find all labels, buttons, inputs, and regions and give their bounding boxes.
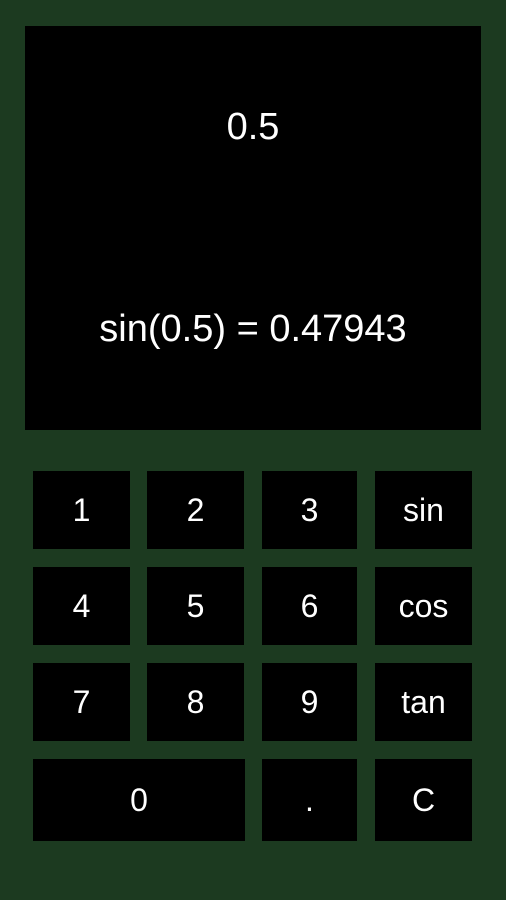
- key-4[interactable]: 4: [33, 567, 130, 645]
- calculator-keypad: 1 2 3 sin 4 5 6 cos 7 8 9 tan 0. C: [33, 471, 472, 841]
- calculator-app: 0.5 sin(0.5) = 0.47943 1 2 3 sin 4 5 6 cos 7 8 9 ta…: [0, 0, 506, 900]
- key-2[interactable]: 2: [147, 471, 244, 549]
- key-7[interactable]: 7: [33, 663, 130, 741]
- display-result-text: sin(0.5) = 0.47943: [99, 308, 407, 350]
- key-8[interactable]: 8: [147, 663, 244, 741]
- key-1[interactable]: 1: [33, 471, 130, 549]
- key-decimal-point[interactable]: .: [262, 759, 357, 841]
- key-5[interactable]: 5: [147, 567, 244, 645]
- key-0[interactable]: 0: [33, 759, 245, 841]
- display-entry-value: 0.5: [226, 106, 280, 148]
- key-sin[interactable]: sin: [375, 471, 472, 549]
- key-clear[interactable]: C: [375, 759, 472, 841]
- key-9[interactable]: 9: [262, 663, 357, 741]
- key-tan[interactable]: tan: [375, 663, 472, 741]
- key-3[interactable]: 3: [262, 471, 357, 549]
- key-cos[interactable]: cos: [375, 567, 472, 645]
- calculator-display: 0.5 sin(0.5) = 0.47943: [25, 26, 481, 430]
- key-6[interactable]: 6: [262, 567, 357, 645]
